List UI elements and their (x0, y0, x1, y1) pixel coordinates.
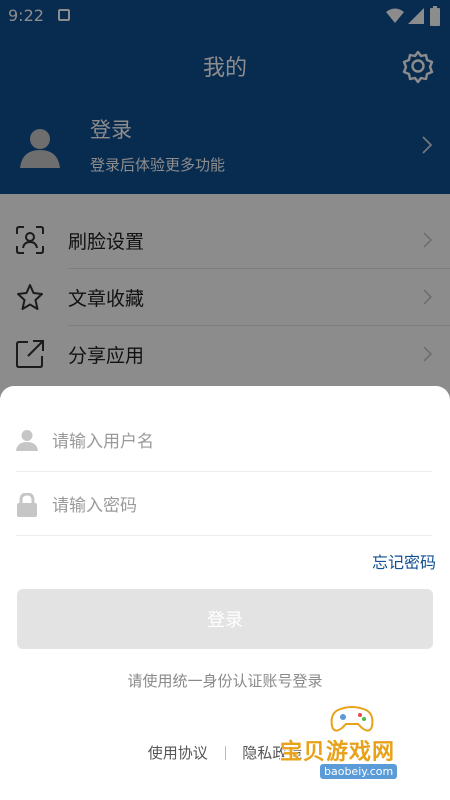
user-icon (16, 430, 38, 451)
login-hint: 请使用统一身份认证账号登录 (127, 672, 323, 690)
lock-icon (17, 493, 37, 517)
divider (224, 746, 226, 760)
divider (16, 535, 432, 536)
username-field (16, 410, 432, 472)
terms-link[interactable]: 使用协议 (148, 744, 208, 762)
username-input[interactable] (50, 426, 414, 458)
divider (16, 471, 432, 472)
gamepad-icon (330, 706, 374, 732)
watermark-title: 宝贝游戏网 (280, 740, 396, 765)
forgot-password-link[interactable]: 忘记密码 (372, 549, 436, 573)
password-field (16, 474, 432, 536)
watermark-url: baobeiy.com (320, 764, 398, 779)
watermark: 宝贝游戏网 baobeiy.com (280, 700, 430, 790)
login-button[interactable]: 登录 (17, 589, 433, 649)
password-input[interactable] (50, 490, 414, 522)
